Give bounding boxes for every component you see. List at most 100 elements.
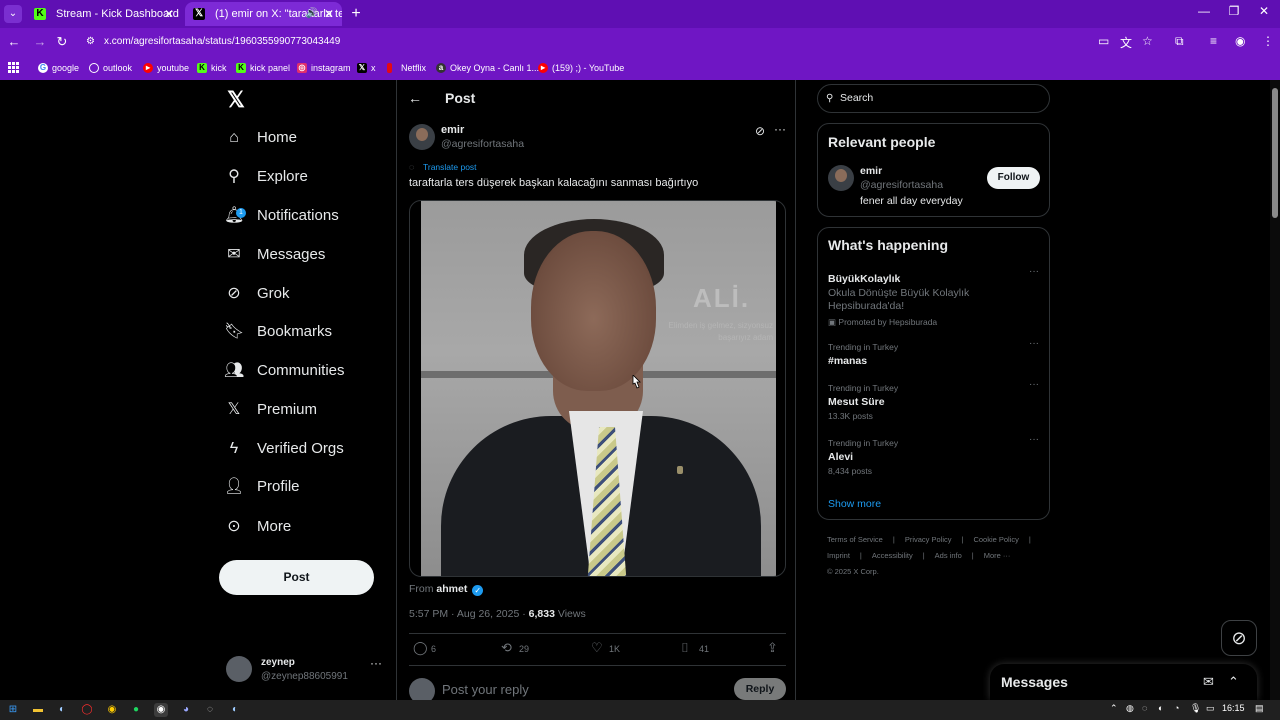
author-handle[interactable]: @agresifortasaha [441, 138, 524, 150]
extensions-icon[interactable]: ⧉ [1175, 34, 1184, 49]
footer-link[interactable]: Cookie Policy [973, 535, 1018, 544]
forward-icon[interactable]: → [32, 34, 48, 50]
repost-action[interactable]: ⟲ 29 [501, 641, 529, 656]
star-icon[interactable]: ☆ [1142, 34, 1153, 48]
reply-action[interactable]: ◯ 6 [413, 641, 436, 656]
windows-start-icon[interactable]: ⊞ [6, 703, 20, 717]
scrollbar-thumb[interactable] [1272, 88, 1278, 218]
new-tab-button[interactable]: + [346, 4, 366, 24]
close-tab-icon[interactable]: ✕ [164, 2, 174, 26]
nav-profile[interactable]: 👤︎ Profile [224, 472, 394, 502]
bookmark-youtube-2[interactable]: ▸ (159) ;) - YouTube [538, 61, 624, 75]
more-icon[interactable]: ··· [774, 122, 786, 136]
tray-app-icon[interactable]: ◔ [1174, 703, 1179, 713]
nav-bookmarks[interactable]: 🔖︎ Bookmarks [224, 317, 394, 347]
network-icon[interactable]: ▭ [1206, 703, 1215, 714]
post-timestamp[interactable]: 5:57 PM · Aug 26, 2025 · [409, 608, 526, 620]
bookmark-youtube[interactable]: ▸ youtube [143, 61, 189, 75]
nav-home[interactable]: ⌂ Home [224, 123, 394, 153]
speaker-icon[interactable]: 🔊 [306, 2, 318, 26]
post-button[interactable]: Post [219, 560, 374, 595]
nav-premium[interactable]: 𝕏 Premium [224, 395, 394, 425]
post-media[interactable]: ALİ. Elimden iş gelmez, sizyonsuz başarı… [409, 200, 786, 577]
nav-more[interactable]: ⊙ More [224, 512, 394, 542]
follow-button[interactable]: Follow [987, 167, 1040, 189]
bookmark-okey[interactable]: a Okey Oyna - Canlı 1... [436, 61, 539, 75]
bookmark-netflix[interactable]: Netflix [387, 61, 426, 75]
close-tab-icon[interactable]: ✕ [324, 2, 334, 26]
footer-link[interactable]: Imprint [827, 551, 850, 560]
media-icon[interactable]: ≡ [1210, 34, 1217, 48]
account-switcher[interactable]: zeynep @zeynep88605991 ··· [226, 656, 386, 686]
browser-tab-active[interactable]: 𝕏 (1) emir on X: "taraftarla te 🔊 ✕ [185, 2, 342, 26]
nav-grok[interactable]: ⊘ Grok [224, 279, 394, 309]
tray-app-icon[interactable]: ◍ [1126, 703, 1134, 714]
back-arrow-icon[interactable]: ← [408, 90, 422, 106]
grok-icon[interactable]: ⊘ [755, 124, 765, 138]
bookmark-x[interactable]: 𝕏x [357, 61, 376, 75]
expand-icon[interactable]: ⌃ [1228, 674, 1239, 690]
person-name[interactable]: emir [860, 165, 882, 177]
tray-steam-icon[interactable]: ◐ [1158, 703, 1163, 713]
scrollbar[interactable] [1270, 80, 1280, 700]
footer-link[interactable]: Ads info [935, 551, 962, 560]
clock[interactable]: 16:15 [1222, 703, 1245, 713]
cast-icon[interactable]: ▭ [1098, 34, 1109, 48]
more-icon[interactable]: ··· [1029, 379, 1039, 390]
steam-icon[interactable]: ◐ [55, 703, 69, 717]
tray-app-icon[interactable]: ◌ [1142, 703, 1147, 713]
translate-icon[interactable]: 文 [1120, 34, 1132, 51]
tray-overflow-icon[interactable]: ⌃ [1110, 703, 1118, 714]
nav-explore[interactable]: ⚲ Explore [224, 162, 394, 192]
trend-item[interactable]: BüyükKolaylık Okula Dönüşte Büyük Kolayl… [828, 266, 1043, 328]
back-icon[interactable]: ← [6, 34, 22, 50]
bookmark-google[interactable]: Ggoogle [38, 61, 79, 75]
nav-verified-orgs[interactable]: ϟ Verified Orgs [224, 434, 394, 464]
search-input[interactable]: ⚲ Search [817, 84, 1050, 113]
close-window-icon[interactable]: ✕ [1252, 4, 1276, 18]
steam-icon[interactable]: ◐ [228, 703, 242, 717]
apps-grid-icon[interactable] [8, 62, 20, 74]
address-bar[interactable]: ⚙ x.com/agresifortasaha/status/196035599… [80, 31, 1080, 53]
browser-tab[interactable]: K Stream - Kick Dashboard ✕ [26, 2, 182, 26]
footer-link[interactable]: Privacy Policy [905, 535, 952, 544]
nav-messages[interactable]: ✉ Messages [224, 240, 394, 270]
trend-item[interactable]: Trending in Turkey Mesut Süre 13.3K post… [828, 379, 1043, 423]
nav-communities[interactable]: 👥︎ Communities [224, 356, 394, 386]
author-name[interactable]: emir [441, 124, 464, 136]
discord-icon[interactable]: ◕ [179, 703, 193, 717]
avatar[interactable] [828, 165, 854, 191]
bookmark-kick[interactable]: Kkick [197, 61, 227, 75]
more-icon[interactable]: ··· [370, 656, 382, 670]
opera-icon[interactable]: ◯ [80, 703, 94, 717]
more-icon[interactable]: ··· [1029, 338, 1039, 349]
like-action[interactable]: ♡ 1K [591, 641, 620, 656]
menu-icon[interactable]: ⋮ [1262, 34, 1274, 48]
nav-notifications[interactable]: 🔔︎ 1 Notifications [224, 201, 394, 231]
translate-link[interactable]: ◌ Translate post [409, 162, 477, 172]
chrome-icon[interactable]: ◉ [105, 703, 119, 717]
from-name[interactable]: ahmet [436, 583, 467, 595]
grok-floating-button[interactable]: ⊘ [1221, 620, 1257, 656]
microphone-icon[interactable]: 🎙︎ [1190, 703, 1201, 714]
footer-link[interactable]: More ··· [984, 551, 1011, 560]
bookmark-instagram[interactable]: ◎ instagram [297, 61, 351, 75]
file-explorer-icon[interactable]: ▬ [31, 703, 45, 717]
bookmark-outlook[interactable]: outlook [89, 61, 132, 75]
app-icon[interactable]: ◌ [203, 703, 217, 717]
bookmark-kick-panel[interactable]: Kkick panel [236, 61, 290, 75]
profile-avatar-icon[interactable]: ◉ [1235, 34, 1245, 48]
spotify-icon[interactable]: ● [129, 703, 143, 717]
trend-item[interactable]: Trending in Turkey Alevi 8,434 posts ··· [828, 434, 1043, 478]
show-more-link[interactable]: Show more [828, 498, 881, 510]
reload-icon[interactable]: ↻ [54, 34, 70, 50]
chrome-active-icon[interactable]: ◉ [154, 703, 168, 717]
messages-drawer[interactable]: Messages ✉ ⌃ [990, 664, 1257, 700]
reply-input[interactable]: Post your reply [442, 682, 529, 697]
trend-item[interactable]: Trending in Turkey #manas ··· [828, 338, 1043, 367]
site-info-icon[interactable]: ⚙ [86, 31, 95, 53]
notification-center-icon[interactable]: ▤ [1255, 703, 1264, 714]
minimize-icon[interactable]: — [1192, 4, 1216, 18]
more-icon[interactable]: ··· [1029, 434, 1039, 445]
new-message-icon[interactable]: ✉ [1203, 674, 1214, 690]
